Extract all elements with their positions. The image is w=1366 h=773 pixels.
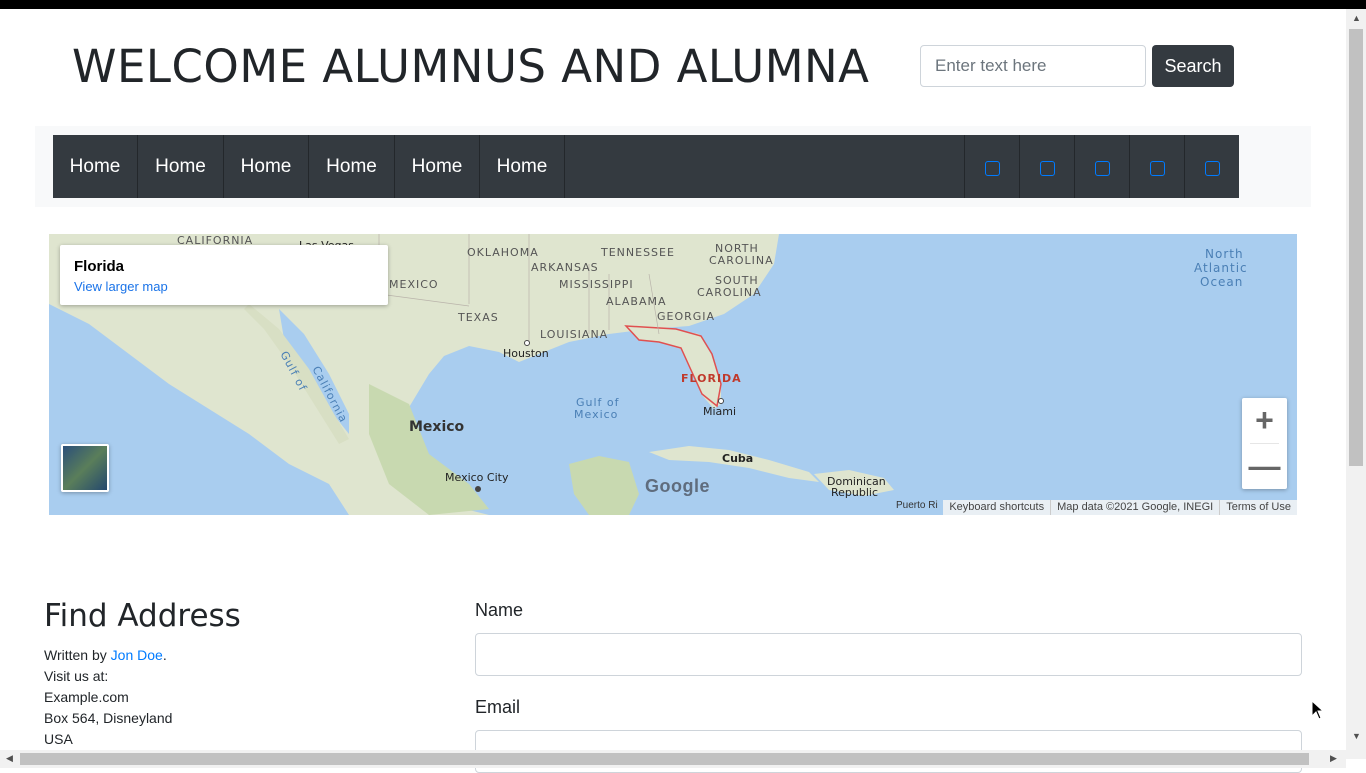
- view-larger-map-link[interactable]: View larger map: [74, 279, 168, 294]
- scroll-right-icon[interactable]: ▶: [1330, 753, 1337, 764]
- map-footer: Keyboard shortcuts Map data ©2021 Google…: [943, 500, 1297, 515]
- section-heading: Find Address: [44, 598, 241, 634]
- map-label: Mexico City: [445, 471, 509, 484]
- satellite-toggle-button[interactable]: [61, 444, 109, 492]
- nav-icon-group: [964, 135, 1239, 198]
- square-icon: [1039, 161, 1055, 176]
- map-label: Republic: [831, 486, 879, 499]
- nav-item-home[interactable]: Home: [224, 135, 309, 198]
- social-icon-button[interactable]: [1129, 135, 1184, 198]
- email-label: Email: [475, 697, 521, 717]
- map-label: TENNESSEE: [601, 246, 675, 259]
- address-text: Box 564, Disneyland: [44, 710, 173, 726]
- horizontal-scroll-thumb[interactable]: [20, 753, 1309, 765]
- square-icon: [984, 161, 1000, 176]
- plus-icon: +: [1255, 402, 1274, 438]
- name-field[interactable]: [475, 633, 1302, 676]
- zoom-in-button[interactable]: +: [1242, 398, 1287, 443]
- map-label: LOUISIANA: [540, 328, 609, 341]
- page-title: WELCOME ALUMNUS AND ALUMNA: [72, 40, 870, 93]
- map-label: MEXICO: [389, 278, 439, 291]
- map-label: ALABAMA: [606, 295, 667, 308]
- minus-icon: —: [1248, 448, 1281, 484]
- window-top-border: [0, 0, 1366, 9]
- vertical-scroll-thumb[interactable]: [1349, 29, 1363, 466]
- square-icon: [1204, 161, 1220, 176]
- period-text: .: [162, 647, 167, 663]
- square-icon: [1149, 161, 1165, 176]
- map-label: North: [1205, 247, 1244, 261]
- author-line: Written by Jon Doe.: [44, 645, 172, 666]
- written-by-text: Written by: [44, 647, 107, 663]
- map-data-attribution: Map data ©2021 Google, INEGI: [1050, 500, 1219, 515]
- map-label: Houston: [503, 347, 549, 360]
- search-button[interactable]: Search: [1152, 45, 1234, 87]
- nav-item-home[interactable]: Home: [480, 135, 565, 198]
- zoom-control: + —: [1242, 398, 1287, 489]
- name-label: Name: [475, 600, 524, 620]
- map-label: Mexico: [409, 419, 465, 435]
- map-label: ARKANSAS: [531, 261, 599, 274]
- map-label: CAROLINA: [709, 254, 774, 267]
- scroll-left-icon[interactable]: ◀: [6, 753, 13, 764]
- nav-links: Home Home Home Home Home Home: [53, 135, 565, 198]
- map-label: Ocean: [1200, 275, 1244, 289]
- social-icon-button[interactable]: [1019, 135, 1074, 198]
- nav-item-home[interactable]: Home: [395, 135, 480, 198]
- map-label: Cuba: [722, 452, 754, 465]
- map-label: Atlantic: [1194, 261, 1248, 275]
- nav-item-home[interactable]: Home: [309, 135, 395, 198]
- nav-item-home[interactable]: Home: [53, 135, 138, 198]
- mouse-cursor-icon: [1311, 700, 1325, 720]
- map-place-name: Florida: [74, 258, 125, 275]
- embedded-map[interactable]: CALIFORNIA Las Vegas OKLAHOMA TENNESSEE …: [49, 234, 1297, 515]
- horizontal-scrollbar[interactable]: ◀ ▶: [0, 750, 1346, 768]
- country-text: USA: [44, 731, 73, 747]
- map-label: TEXAS: [458, 311, 499, 324]
- search-input[interactable]: [920, 45, 1146, 87]
- address-block: Written by Jon Doe. Visit us at: Example…: [44, 645, 172, 750]
- navbar: Home Home Home Home Home Home: [53, 135, 1239, 198]
- vertical-scrollbar[interactable]: ▲ ▼: [1346, 9, 1366, 759]
- scroll-down-icon[interactable]: ▼: [1352, 731, 1361, 741]
- social-icon-button[interactable]: [1184, 135, 1239, 198]
- scroll-up-icon[interactable]: ▲: [1352, 13, 1361, 23]
- map-label: MISSISSIPPI: [559, 278, 634, 291]
- terms-of-use-link[interactable]: Terms of Use: [1219, 500, 1297, 515]
- keyboard-shortcuts-link[interactable]: Keyboard shortcuts: [943, 500, 1050, 515]
- social-icon-button[interactable]: [1074, 135, 1129, 198]
- author-link[interactable]: Jon Doe: [111, 647, 163, 663]
- map-label: Mexico: [574, 408, 619, 421]
- nav-item-home[interactable]: Home: [138, 135, 224, 198]
- map-info-card: Florida View larger map: [60, 245, 388, 305]
- google-logo: Google: [645, 476, 710, 496]
- social-icon-button[interactable]: [964, 135, 1019, 198]
- map-label: Miami: [703, 405, 737, 418]
- visit-text: Visit us at:: [44, 668, 109, 684]
- square-icon: [1094, 161, 1110, 176]
- map-label: OKLAHOMA: [467, 246, 539, 259]
- map-label: FLORIDA: [681, 372, 742, 385]
- map-label: Puerto Ri: [896, 500, 938, 511]
- site-text: Example.com: [44, 689, 129, 705]
- zoom-out-button[interactable]: —: [1242, 444, 1287, 489]
- map-label: GEORGIA: [657, 310, 716, 323]
- map-label: CAROLINA: [697, 286, 762, 299]
